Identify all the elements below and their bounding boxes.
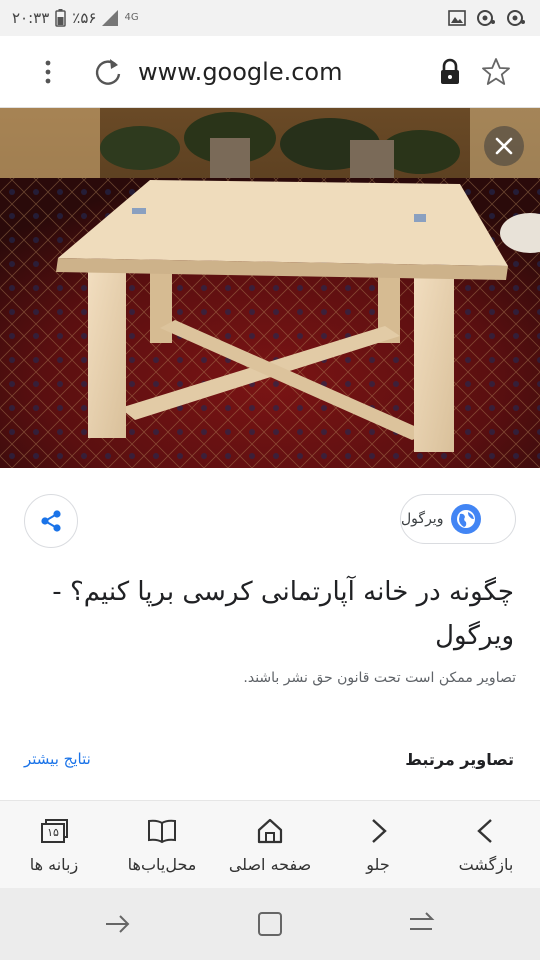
tabs-label: زبانه ها: [29, 855, 79, 874]
source-name: ویرگول: [401, 511, 444, 527]
more-vert-icon[interactable]: [36, 56, 60, 88]
table-photo: [0, 108, 540, 468]
status-bar: ۲۰:۳۳ ٪۵۶ 4G: [0, 0, 540, 36]
system-nav-bar: [0, 888, 540, 960]
page-title[interactable]: چگونه در خانه آپارتمانی کرسی برپا کنیم؟ …: [24, 570, 514, 658]
home-button[interactable]: صفحه اصلی: [216, 801, 324, 889]
battery-level: ٪۵۶: [72, 9, 97, 27]
url-field[interactable]: www.google.com: [138, 56, 342, 88]
lock-icon[interactable]: [438, 58, 462, 86]
source-chip[interactable]: ویرگول: [400, 494, 516, 544]
reload-icon[interactable]: [92, 56, 124, 88]
chevron-left-icon: [477, 819, 492, 843]
status-notifications: [448, 6, 526, 30]
bookmarks-icon: [148, 819, 176, 844]
signal-icon: [102, 10, 119, 26]
back-button[interactable]: بازگشت: [432, 801, 540, 889]
home-icon: [257, 818, 283, 844]
globe-icon: [451, 504, 482, 534]
back-nav-icon[interactable]: [406, 910, 436, 938]
battery-icon: [55, 9, 67, 27]
tabs-button[interactable]: ۱۵ زبانه ها: [0, 801, 108, 889]
close-icon: [495, 137, 513, 155]
bookmarks-button[interactable]: محل‌یاب‌ها: [108, 801, 216, 889]
bottom-toolbar: بازگشت جلو صفحه اصلی محل‌یاب‌ها ۱۵ زبانه…: [0, 800, 540, 888]
gallery-icon: [448, 10, 466, 26]
tabs-icon: ۱۵: [38, 815, 70, 847]
more-results-link[interactable]: نتایج بیشتر: [24, 750, 91, 768]
forward-arrow-icon[interactable]: [104, 912, 132, 936]
clock: ۲۰:۳۳: [12, 9, 50, 27]
network-type: 4G: [124, 12, 139, 23]
result-image[interactable]: [0, 108, 540, 468]
close-button[interactable]: [484, 126, 524, 166]
forward-button[interactable]: جلو: [324, 801, 432, 889]
share-button[interactable]: [24, 494, 78, 548]
tab-count-badge: ۱۵: [47, 826, 59, 839]
home-label: صفحه اصلی: [228, 855, 312, 874]
chevron-forward-icon: [372, 819, 387, 843]
back-label: بازگشت: [458, 855, 514, 874]
notification-icon-2: [507, 10, 525, 26]
related-images-heading: تصاویر مرتبط: [405, 750, 514, 769]
forward-label: جلو: [366, 855, 390, 874]
recents-icon[interactable]: [256, 910, 284, 938]
share-icon: [41, 510, 61, 532]
notification-icon: [477, 10, 495, 26]
copyright-note: تصاویر ممکن است تحت قانون حق نشر باشند.: [243, 670, 516, 686]
star-icon[interactable]: [480, 56, 512, 88]
bookmarks-label: محل‌یاب‌ها: [127, 855, 197, 874]
status-left: ۲۰:۳۳ ٪۵۶ 4G: [12, 7, 139, 29]
browser-url-bar: www.google.com: [0, 36, 540, 108]
